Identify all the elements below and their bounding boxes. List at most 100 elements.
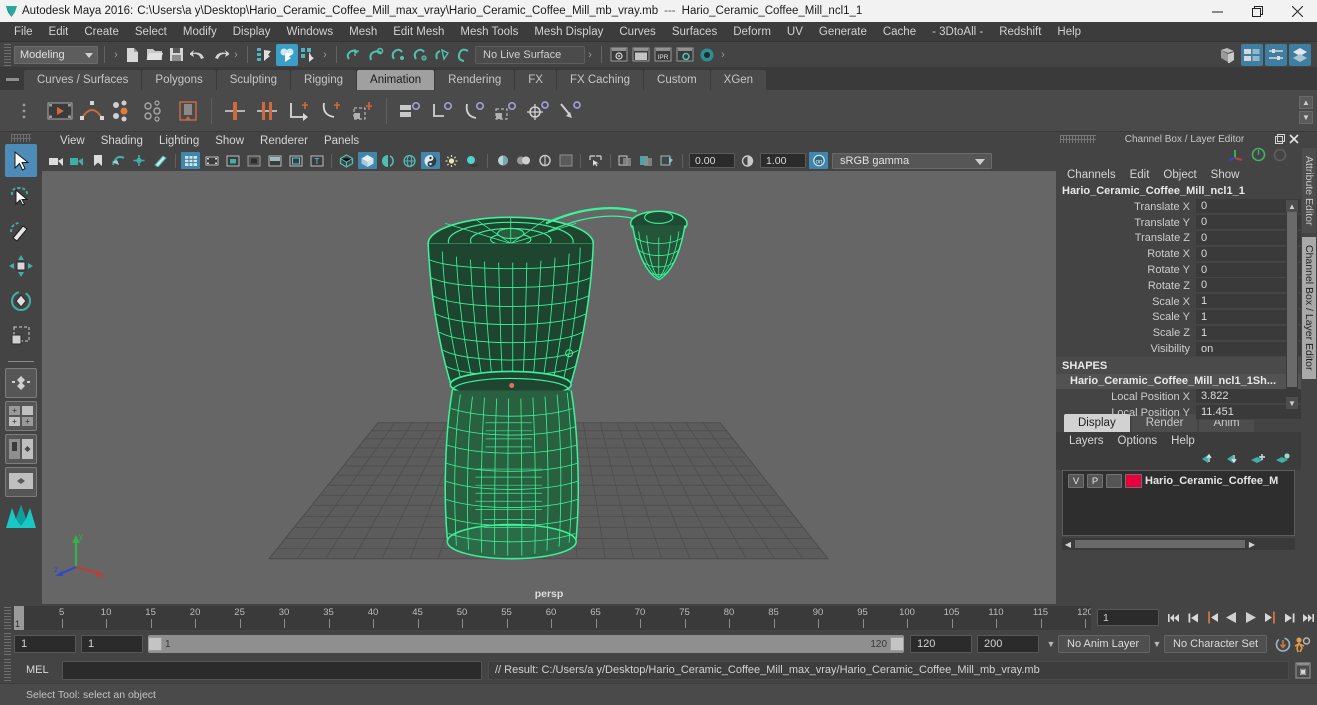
menu-set-selector[interactable]: Modeling [14, 45, 98, 64]
color-management-selector[interactable]: sRGB gamma [832, 152, 992, 169]
connect-parent-icon[interactable] [394, 95, 426, 127]
range-start-grip[interactable] [148, 637, 162, 651]
camera-attributes-icon[interactable] [67, 152, 86, 169]
undo-icon[interactable] [187, 44, 209, 66]
create-layer-from-selected-icon[interactable] [1275, 452, 1291, 468]
time-slider[interactable]: 1 5 10 15 20 25 30 35 40 45 50 55 60 65 70 75 80 85 90 95 1… [14, 605, 1091, 630]
xray-joints-icon[interactable] [637, 152, 656, 169]
collapse-arrow-icon[interactable]: › [111, 49, 121, 61]
use-all-lights-icon[interactable] [442, 152, 461, 169]
create-constraint-geometry-icon[interactable] [347, 95, 379, 127]
shelf-tab-polygons[interactable]: Polygons [142, 70, 216, 90]
quick-layout-outliner-persp-icon[interactable] [5, 434, 37, 464]
xray-display-icon[interactable] [616, 152, 635, 169]
live-surface-field[interactable]: No Live Surface [475, 45, 585, 64]
scrollbar-thumb[interactable] [1075, 540, 1245, 548]
shadows-icon[interactable] [463, 152, 482, 169]
render-settings-icon[interactable] [674, 44, 696, 66]
snap-to-projected-center-icon[interactable] [409, 44, 431, 66]
show-hide-channel-box-icon[interactable] [1289, 43, 1311, 66]
step-forward-keyframe-button[interactable] [1279, 608, 1298, 628]
set-key-icon[interactable] [76, 95, 108, 127]
scrollbar-thumb[interactable] [1287, 212, 1297, 387]
layer-visibility-toggle[interactable]: V [1068, 474, 1084, 488]
menu-uv[interactable]: UV [779, 22, 811, 42]
mel-command-input[interactable] [62, 660, 482, 680]
anim-layer-selector[interactable]: No Anim Layer [1058, 635, 1151, 653]
snap-to-view-planes-icon[interactable] [431, 44, 453, 66]
channel-box-shape-name[interactable]: Hario_Ceramic_Coffee_Mill_ncl1_1Sh... [1056, 373, 1301, 389]
set-breakdown-key-icon[interactable] [108, 95, 140, 127]
close-panel-icon[interactable] [1287, 133, 1301, 145]
viewport-menu-shading[interactable]: Shading [93, 132, 151, 150]
layer-state-toggle[interactable] [1106, 474, 1122, 488]
statusline-grip[interactable] [4, 43, 11, 66]
layer-row[interactable]: V P Hario_Ceramic_Coffee_M [1063, 471, 1294, 489]
step-back-keyframe-button[interactable] [1184, 608, 1203, 628]
shelf-tab-fx-caching[interactable]: FX Caching [556, 70, 644, 90]
animation-start-time-field[interactable]: 1 [14, 635, 76, 653]
channel-box-menu-object[interactable]: Object [1156, 166, 1203, 184]
expand-arrow-icon[interactable]: › [585, 49, 595, 61]
shelf-tab-fx[interactable]: FX [515, 70, 556, 90]
expand-arrow-icon[interactable]: › [718, 49, 728, 61]
tab-channel-box-layer-editor[interactable]: Channel Box / Layer Editor [1302, 237, 1316, 379]
layer-name[interactable]: Hario_Ceramic_Coffee_M [1145, 475, 1278, 487]
viewport-menu-renderer[interactable]: Renderer [252, 132, 316, 150]
range-slider-bar[interactable]: 1 120 [148, 635, 905, 653]
toggle-safe-action-icon[interactable] [286, 152, 305, 169]
gamma-toggle-icon[interactable] [738, 152, 757, 169]
quick-layout-single-icon[interactable] [5, 368, 37, 398]
panel-grip[interactable] [1060, 135, 1096, 143]
close-button[interactable] [1277, 0, 1317, 22]
show-hide-attribute-editor-icon[interactable] [1241, 43, 1263, 66]
play-backwards-button[interactable] [1222, 608, 1241, 628]
toggle-film-gate-display-icon[interactable] [265, 152, 284, 169]
redo-render-icon[interactable] [630, 44, 652, 66]
toggle-text-overlay-icon[interactable]: T [307, 152, 326, 169]
shelf-tab-rendering[interactable]: Rendering [435, 70, 515, 90]
layer-list[interactable]: V P Hario_Ceramic_Coffee_M [1062, 470, 1295, 536]
channel-row-translate-z[interactable]: Translate Z 0 [1056, 230, 1301, 247]
bookmark-icon[interactable] [88, 152, 107, 169]
character-set-selector[interactable]: No Character Set [1164, 635, 1267, 653]
isolate-select-icon[interactable] [586, 152, 605, 169]
smooth-shade-all-icon[interactable] [358, 152, 377, 169]
current-frame-field[interactable]: 1 [1097, 609, 1159, 626]
image-plane-icon[interactable] [109, 152, 128, 169]
color-management-toggle-icon[interactable]: on [809, 152, 828, 169]
toggle-film-gate-icon[interactable] [202, 152, 221, 169]
channel-row-scale-y[interactable]: Scale Y 1 [1056, 309, 1301, 326]
snap-to-curve-icon[interactable] [365, 44, 387, 66]
menu-surfaces[interactable]: Surfaces [664, 22, 725, 42]
set-driven-key-icon[interactable] [140, 95, 172, 127]
shelf-tab-rigging[interactable]: Rigging [291, 70, 357, 90]
snap-to-grid-icon[interactable] [343, 44, 365, 66]
move-tool[interactable] [5, 249, 37, 282]
shelf-scroll-down-icon[interactable]: ▼ [1299, 111, 1313, 124]
connect-orient-icon[interactable] [458, 95, 490, 127]
show-hide-tool-settings-icon[interactable] [1265, 43, 1287, 66]
layer-menu-layers[interactable]: Layers [1062, 432, 1111, 450]
speed-toggle-icon[interactable] [1251, 147, 1266, 165]
maximize-restore-button[interactable] [1237, 0, 1277, 22]
channel-row-visibility[interactable]: Visibility on [1056, 341, 1301, 357]
depth-of-field-icon[interactable] [556, 152, 575, 169]
shelf-tab-menu-icon[interactable] [0, 68, 24, 90]
manipulator-axes-icon[interactable] [1227, 147, 1244, 165]
shelf-scroll-up-icon[interactable]: ▲ [1299, 96, 1313, 109]
shelf-tab-xgen[interactable]: XGen [710, 70, 767, 90]
menu-edit[interactable]: Edit [41, 22, 77, 42]
open-scene-icon[interactable] [143, 44, 165, 66]
connect-point-icon[interactable] [426, 95, 458, 127]
viewport-canvas[interactable] [42, 171, 1056, 604]
menu-edit-mesh[interactable]: Edit Mesh [385, 22, 452, 42]
menu-windows[interactable]: Windows [278, 22, 341, 42]
ipr-render-icon[interactable]: IPR [652, 44, 674, 66]
time-slider-playhead[interactable]: 1 [14, 605, 24, 630]
channel-row-translate-y[interactable]: Translate Y 0 [1056, 215, 1301, 231]
go-to-start-button[interactable] [1165, 608, 1184, 628]
menu-create[interactable]: Create [76, 22, 127, 42]
quick-layout-four-view-icon[interactable]: + + + [5, 401, 37, 431]
shelf-scroll-buttons[interactable]: ▲ ▼ [1299, 96, 1313, 124]
